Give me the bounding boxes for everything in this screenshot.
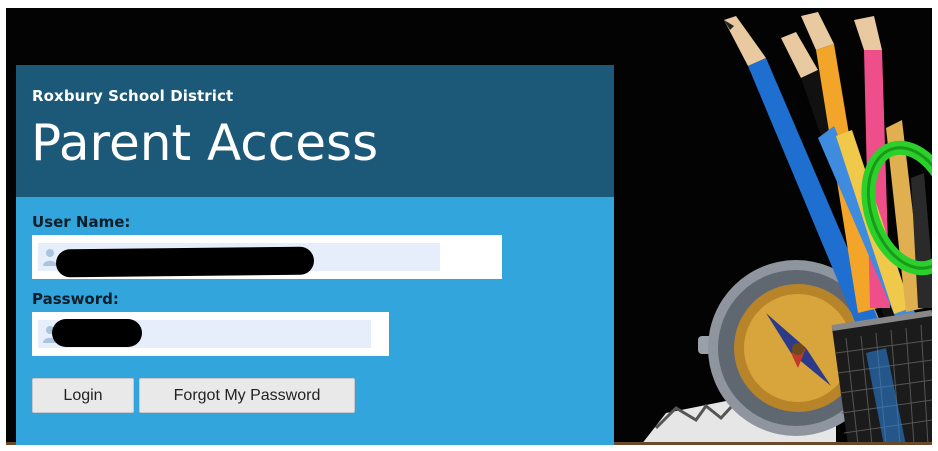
password-input-wrapper [32, 312, 389, 356]
forgot-password-button[interactable]: Forgot My Password [139, 378, 355, 413]
page-title: Parent Access [31, 114, 379, 172]
login-panel: Roxbury School District Parent Access Us… [16, 65, 614, 445]
redaction-mark [52, 319, 142, 347]
header-banner: Roxbury School District Parent Access [16, 65, 614, 197]
background-photo: Roxbury School District Parent Access Us… [6, 8, 932, 445]
login-button[interactable]: Login [32, 378, 134, 413]
username-label: User Name: [32, 213, 131, 231]
district-name: Roxbury School District [32, 87, 234, 105]
username-input-wrapper [32, 235, 502, 279]
password-label: Password: [32, 290, 119, 308]
redaction-mark [55, 246, 315, 278]
pencil-cup-image [831, 310, 932, 445]
